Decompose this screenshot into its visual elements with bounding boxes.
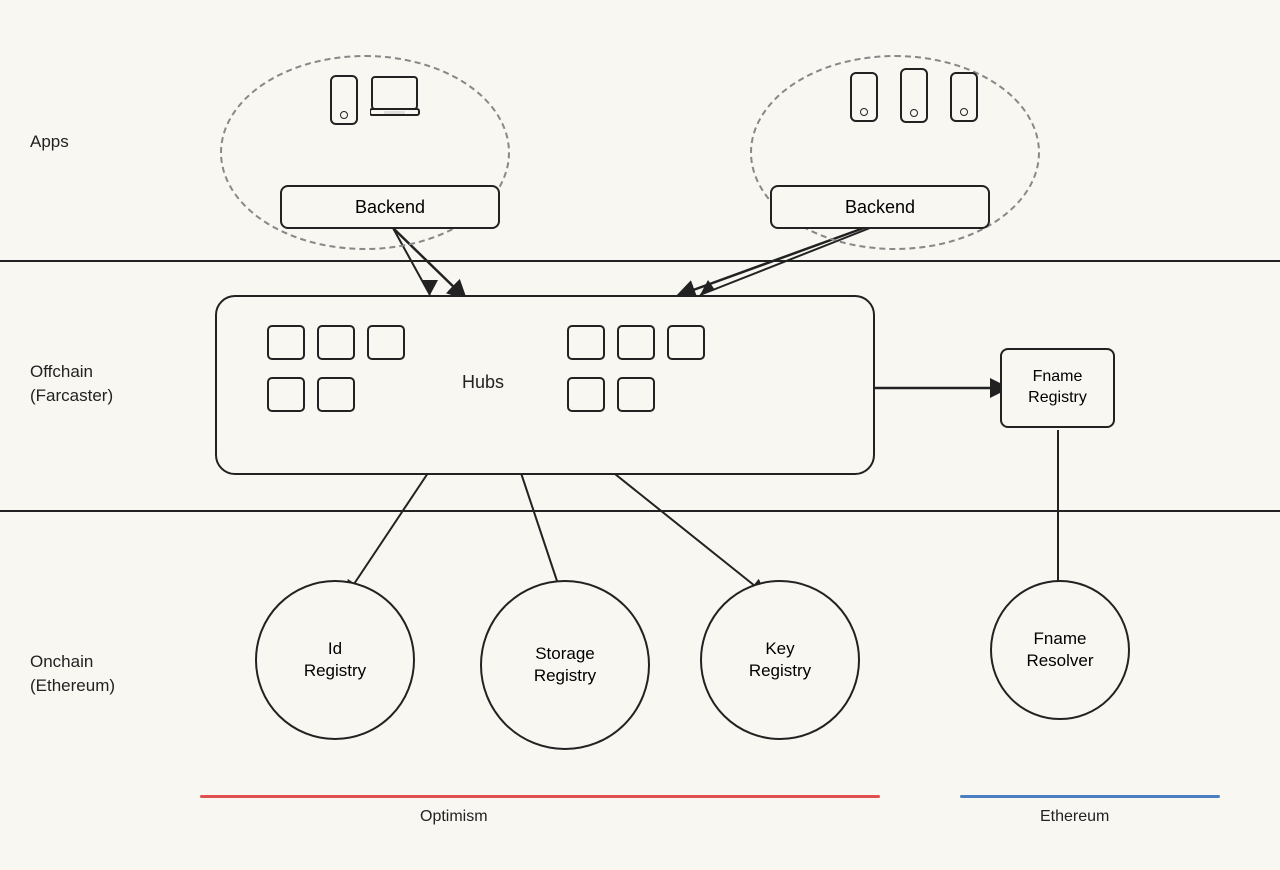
ethereum-label: Ethereum (1040, 808, 1109, 826)
diagram-container: Apps Offchain(Farcaster) Onchain(Ethereu… (0, 0, 1280, 870)
storage-registry-circle: StorageRegistry (480, 580, 650, 750)
storage-registry-label: StorageRegistry (534, 643, 596, 687)
hub-sq-8 (317, 377, 355, 412)
fname-resolver-circle: FnameResolver (990, 580, 1130, 720)
hubs-label-text: Hubs (462, 372, 504, 393)
hub-sq-5 (617, 325, 655, 360)
fname-resolver-label: FnameResolver (1026, 628, 1093, 672)
fname-registry-offchain-label: FnameRegistry (1028, 367, 1087, 409)
right-phone-1 (850, 72, 878, 122)
id-registry-circle: IdRegistry (255, 580, 415, 740)
id-registry-label: IdRegistry (304, 638, 366, 682)
optimism-line (200, 795, 880, 798)
right-backend-box: Backend (770, 185, 990, 229)
hub-sq-2 (317, 325, 355, 360)
key-registry-label: KeyRegistry (749, 638, 811, 682)
divider-1 (0, 260, 1280, 262)
hub-sq-7 (267, 377, 305, 412)
left-backend-box: Backend (280, 185, 500, 229)
left-phone-1 (330, 75, 358, 125)
hub-sq-1 (267, 325, 305, 360)
offchain-label: Offchain(Farcaster) (30, 360, 113, 408)
hub-sq-6 (667, 325, 705, 360)
hubs-box: Hubs (215, 295, 875, 475)
hub-sq-10 (617, 377, 655, 412)
fname-registry-offchain: FnameRegistry (1000, 348, 1115, 428)
right-phone-3 (950, 72, 978, 122)
hub-sq-9 (567, 377, 605, 412)
ethereum-line (960, 795, 1220, 798)
optimism-label: Optimism (420, 808, 488, 826)
onchain-label: Onchain(Ethereum) (30, 650, 115, 698)
divider-2 (0, 510, 1280, 512)
hub-sq-4 (567, 325, 605, 360)
apps-label: Apps (30, 130, 69, 154)
laptop-icon (370, 75, 425, 120)
right-phone-2 (900, 68, 928, 123)
key-registry-circle: KeyRegistry (700, 580, 860, 740)
hub-sq-3 (367, 325, 405, 360)
